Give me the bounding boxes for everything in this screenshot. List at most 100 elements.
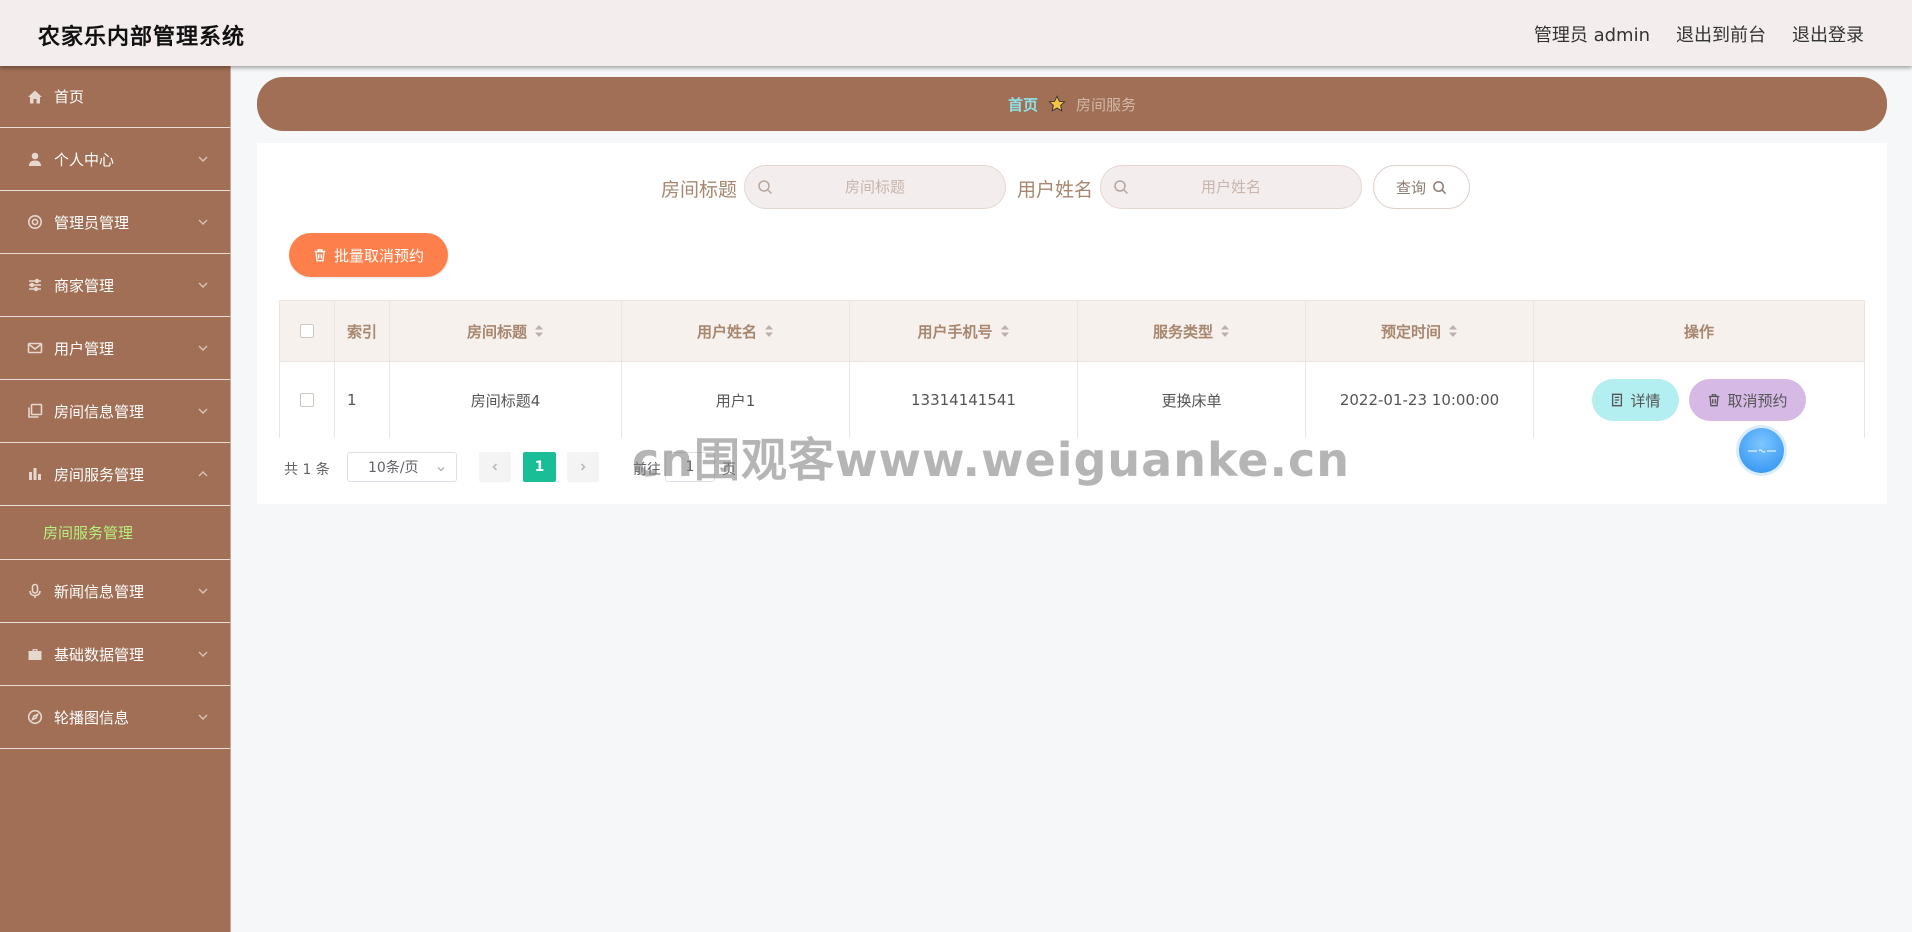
floating-assistant-button[interactable]: [1739, 428, 1784, 473]
admin-account-link[interactable]: 管理员 admin: [1534, 21, 1650, 47]
search-icon: [757, 179, 773, 195]
detail-button-label: 详情: [1630, 391, 1661, 410]
sidebar-item-label: 管理员管理: [54, 213, 130, 232]
header-service-type[interactable]: 服务类型: [1078, 301, 1306, 361]
top-header: 农家乐内部管理系统 管理员 admin 退出到前台 退出登录: [0, 0, 1912, 66]
sidebar-item-admin-management[interactable]: 管理员管理: [0, 191, 230, 254]
header-user-phone[interactable]: 用户手机号: [850, 301, 1078, 361]
cell-user-name: 用户1: [622, 362, 850, 438]
sidebar-item-carousel-info[interactable]: 轮播图信息: [0, 686, 230, 749]
chevron-left-icon: [492, 463, 498, 471]
header-select-cell: [280, 301, 335, 361]
service-table: 索引 房间标题 用户姓名 用户手机号 服务类型 预定时间 操作 1 房间标题4 …: [279, 300, 1865, 438]
query-button-label: 查询: [1395, 178, 1426, 197]
sort-icon[interactable]: [534, 324, 544, 338]
table-row: 1 房间标题4 用户1 13314141541 更换床单 2022-01-23 …: [280, 362, 1864, 438]
logout-link[interactable]: 退出登录: [1792, 21, 1864, 47]
sidebar-subitem-room-service-management[interactable]: 房间服务管理: [0, 506, 230, 560]
breadcrumb-current: 房间服务: [1076, 95, 1137, 114]
search-form: 房间标题 用户姓名 查询: [0, 165, 1912, 209]
chevron-right-icon: [580, 463, 586, 471]
sort-icon[interactable]: [1000, 324, 1010, 338]
header-actions-label: 操作: [1683, 322, 1714, 341]
sidebar-item-profile[interactable]: 个人中心: [0, 128, 230, 191]
sort-icon[interactable]: [1220, 324, 1230, 338]
sidebar: 首页 个人中心 管理员管理 商家管理 用户管理 房间信息管理 房间服务管理 房间…: [0, 66, 231, 932]
trash-icon: [314, 249, 326, 262]
query-button[interactable]: 查询: [1373, 165, 1470, 209]
detail-button[interactable]: 详情: [1592, 379, 1679, 421]
cancel-booking-button[interactable]: 取消预约: [1689, 379, 1806, 421]
sidebar-item-base-data-management[interactable]: 基础数据管理: [0, 623, 230, 686]
mail-icon: [26, 339, 44, 357]
cancel-booking-label: 取消预约: [1727, 391, 1788, 410]
goto-page-input[interactable]: [665, 452, 715, 482]
user-name-input[interactable]: [1101, 166, 1361, 208]
sidebar-item-label: 基础数据管理: [54, 645, 145, 664]
cell-actions: 详情 取消预约: [1534, 362, 1864, 438]
sidebar-item-room-service-management[interactable]: 房间服务管理: [0, 443, 230, 506]
sidebar-item-user-management[interactable]: 用户管理: [0, 317, 230, 380]
sidebar-item-label: 用户管理: [54, 339, 115, 358]
row-select-cell: [280, 362, 335, 438]
header-service-type-label: 服务类型: [1152, 322, 1213, 341]
sidebar-item-home[interactable]: 首页: [0, 66, 230, 128]
search-icon: [1113, 179, 1129, 195]
prev-page-button[interactable]: [479, 452, 511, 482]
sliders-icon: [26, 276, 44, 294]
breadcrumb-home-link[interactable]: 首页: [1008, 94, 1038, 115]
sidebar-item-room-info-management[interactable]: 房间信息管理: [0, 380, 230, 443]
select-all-checkbox[interactable]: [300, 324, 314, 338]
cell-booking-time: 2022-01-23 10:00:00: [1306, 362, 1534, 438]
breadcrumb: 首页 房间服务: [257, 77, 1887, 131]
briefcase-icon: [26, 645, 44, 663]
header-user-name[interactable]: 用户姓名: [622, 301, 850, 361]
next-page-button[interactable]: [567, 452, 599, 482]
header-index: 索引: [335, 301, 390, 361]
header-room-title-label: 房间标题: [466, 322, 527, 341]
header-room-title[interactable]: 房间标题: [390, 301, 622, 361]
compass-icon: [26, 708, 44, 726]
sidebar-item-label: 房间服务管理: [54, 465, 145, 484]
chevron-up-icon: [196, 467, 210, 481]
microphone-icon: [26, 582, 44, 600]
chevron-down-icon: [196, 215, 210, 229]
pagination: 共 1 条 10条/页 1 前往 页: [0, 452, 1912, 482]
cell-index: 1: [335, 362, 390, 438]
page-size-select[interactable]: 10条/页: [347, 452, 457, 482]
sidebar-item-label: 房间信息管理: [54, 402, 145, 421]
sidebar-item-label: 首页: [54, 88, 85, 106]
chevron-down-icon: [196, 278, 210, 292]
chevron-down-icon: [196, 647, 210, 661]
sidebar-item-merchant-management[interactable]: 商家管理: [0, 254, 230, 317]
sort-icon[interactable]: [764, 324, 774, 338]
chevron-down-icon: [196, 152, 210, 166]
sidebar-item-label: 轮播图信息: [54, 708, 130, 727]
bar-chart-icon: [26, 465, 44, 483]
goto-suffix: 页: [722, 462, 736, 478]
page-number-current[interactable]: 1: [523, 452, 556, 482]
settings-icon: [26, 213, 44, 231]
batch-cancel-booking-button[interactable]: 批量取消预约: [289, 233, 448, 277]
header-actions: 管理员 admin 退出到前台 退出登录: [1534, 21, 1864, 47]
header-user-name-label: 用户姓名: [696, 322, 757, 341]
goto-prefix: 前往: [633, 462, 661, 478]
copy-icon: [26, 402, 44, 420]
header-index-label: 索引: [347, 322, 378, 341]
search-icon: [1433, 180, 1447, 194]
header-booking-time-label: 预定时间: [1380, 322, 1441, 341]
sidebar-item-label: 新闻信息管理: [54, 582, 145, 601]
chevron-down-icon: [196, 710, 210, 724]
header-booking-time[interactable]: 预定时间: [1306, 301, 1534, 361]
room-title-input[interactable]: [745, 166, 1005, 208]
sidebar-item-news-management[interactable]: 新闻信息管理: [0, 560, 230, 623]
cell-user-phone: 13314141541: [850, 362, 1078, 438]
room-title-field: [744, 165, 1006, 209]
user-icon: [26, 150, 44, 168]
user-name-label: 用户姓名: [1017, 179, 1094, 201]
row-checkbox[interactable]: [300, 393, 314, 407]
trash-icon: [1709, 394, 1720, 407]
exit-to-front-link[interactable]: 退出到前台: [1676, 21, 1766, 47]
sort-icon[interactable]: [1448, 324, 1458, 338]
sidebar-item-label: 商家管理: [54, 276, 115, 295]
